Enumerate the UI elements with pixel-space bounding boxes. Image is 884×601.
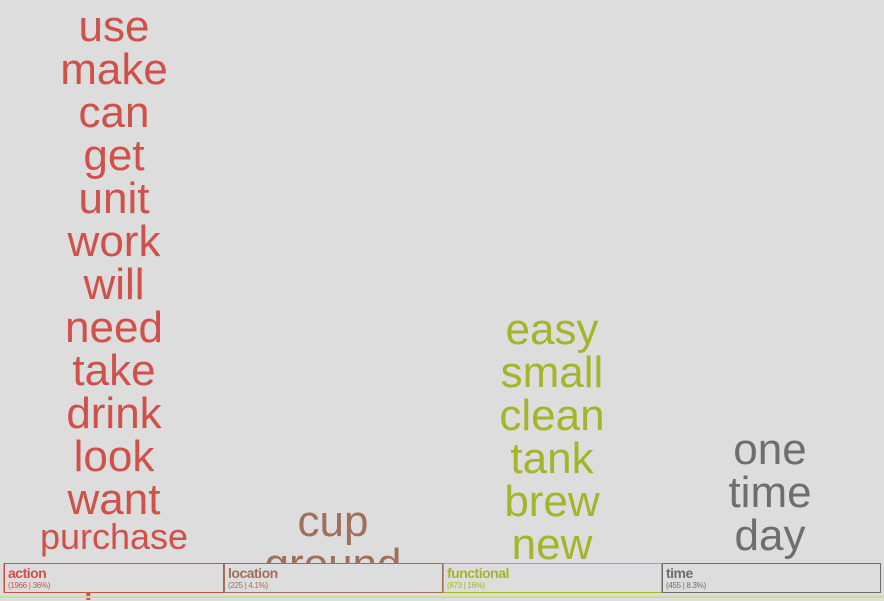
word-brew: brew (504, 477, 600, 526)
word-new: new (511, 520, 593, 569)
word-unit: unit (78, 174, 150, 223)
legend-label: time (666, 565, 693, 581)
word-drink: drink (66, 389, 162, 438)
legend-label: functional (447, 565, 509, 581)
legend-time[interactable]: time (455 | 8.3%) (662, 563, 881, 593)
word-use: use (78, 2, 150, 51)
legend-stat: (225 | 4.1%) (228, 581, 268, 590)
legend-label: location (228, 565, 278, 581)
legend-functional[interactable]: functional (873 | 16%) (443, 563, 662, 593)
legend-action[interactable]: action (1966 | 36%) (4, 563, 224, 593)
word-day: day (734, 511, 806, 560)
word-cup: cup (297, 497, 369, 546)
legend-location[interactable]: location (225 | 4.1%) (224, 563, 443, 593)
word-work: work (67, 217, 161, 266)
word-look: look (73, 432, 155, 481)
word-one: one (733, 425, 807, 474)
word-take: take (72, 346, 156, 395)
legend-label: action (8, 565, 47, 581)
word-need: need (65, 303, 163, 352)
word-tank: tank (510, 434, 594, 483)
word-small: small (500, 348, 604, 397)
word-will: will (83, 260, 145, 309)
word-make: make (60, 45, 168, 94)
word-time: time (728, 468, 812, 517)
legend-stat: (455 | 8.3%) (666, 581, 706, 590)
word-purchase: purchase (39, 516, 189, 557)
legend-stat: (1966 | 36%) (8, 581, 51, 590)
legend-stat: (873 | 16%) (447, 581, 485, 590)
word-can: can (78, 88, 150, 137)
word-easy: easy (505, 305, 599, 354)
word-clean: clean (499, 391, 605, 440)
word-get: get (83, 131, 145, 180)
